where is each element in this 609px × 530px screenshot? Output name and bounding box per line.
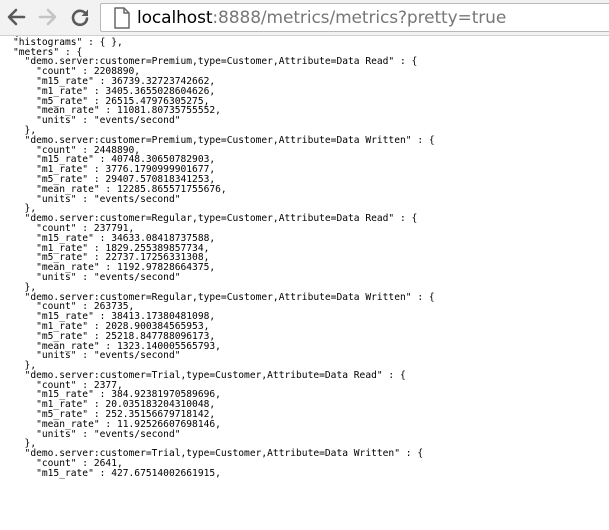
json-output: {"histograms" : { },"meters" : { "demo.s… xyxy=(13,36,435,479)
json-line: "units" : "events/second" xyxy=(13,193,181,205)
json-line: "units" : "events/second" xyxy=(13,115,181,127)
forward-arrow-icon xyxy=(38,8,57,26)
json-line: "m15_rate" : 427.67514002661915, xyxy=(13,467,221,479)
back-arrow-icon xyxy=(7,8,26,26)
json-line: "units" : "events/second" xyxy=(13,350,181,362)
page-icon xyxy=(114,6,130,29)
url-path: :8888/metrics/metrics?pretty=true xyxy=(212,7,507,28)
back-button[interactable] xyxy=(3,4,29,30)
json-line: "units" : "events/second" xyxy=(13,428,181,440)
forward-button[interactable] xyxy=(35,4,61,30)
url-host: localhost xyxy=(137,7,213,28)
json-line: "units" : "events/second" xyxy=(13,271,181,283)
reload-icon xyxy=(71,9,89,27)
url-text[interactable]: localhost:8888/metrics/metrics?pretty=tr… xyxy=(137,8,506,28)
page-content: {"histograms" : { },"meters" : { "demo.s… xyxy=(0,36,609,530)
address-bar[interactable]: localhost:8888/metrics/metrics?pretty=tr… xyxy=(100,3,609,32)
reload-button[interactable] xyxy=(67,4,93,30)
browser-toolbar: localhost:8888/metrics/metrics?pretty=tr… xyxy=(0,0,609,36)
